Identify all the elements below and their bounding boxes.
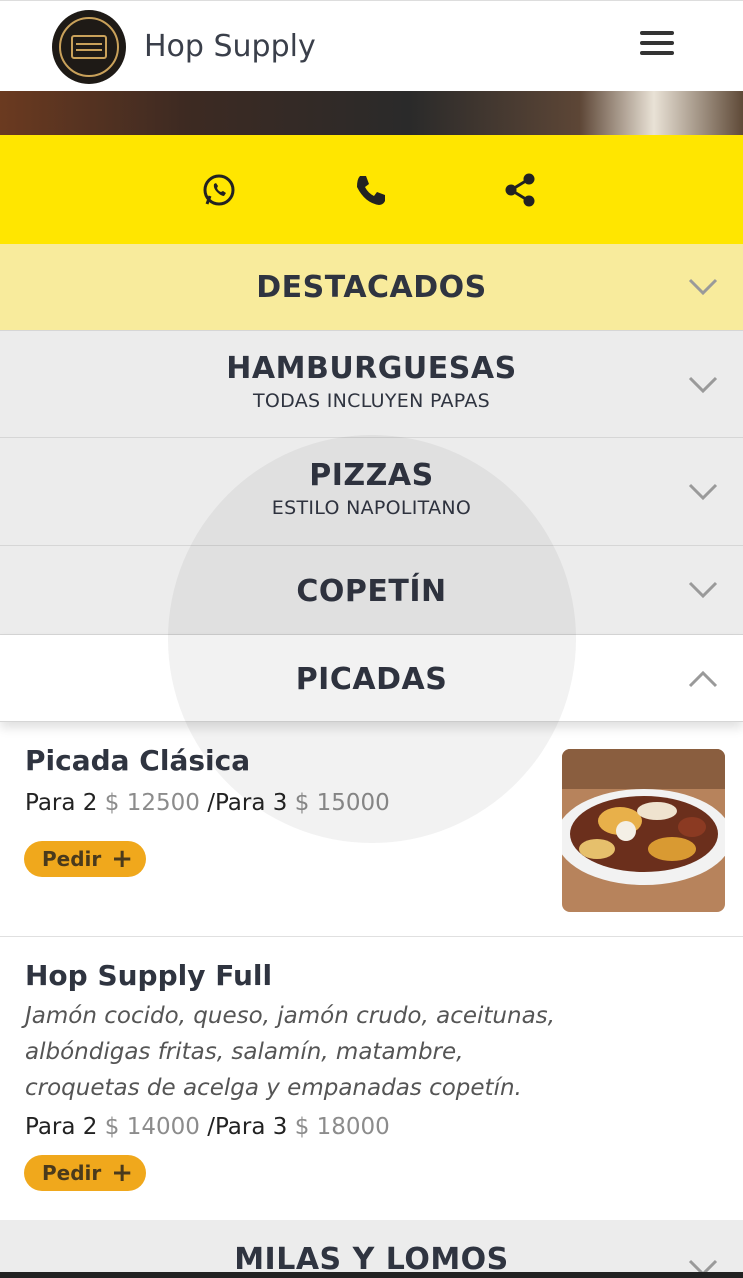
chevron-down-icon xyxy=(688,483,718,501)
order-button[interactable]: Pedir + xyxy=(24,841,146,877)
category-milas-y-lomos[interactable]: MILAS Y LOMOS xyxy=(0,1220,743,1278)
size-label: Para 3 xyxy=(214,1114,288,1140)
plus-icon: + xyxy=(111,844,134,874)
phone-icon[interactable] xyxy=(352,172,388,208)
category-destacados[interactable]: DESTACADOS xyxy=(0,244,743,331)
logo-mark-icon xyxy=(71,35,107,59)
item-prices: Para 2 $ 12500 /Para 3 $ 15000 xyxy=(25,790,390,816)
chevron-down-icon xyxy=(688,581,718,599)
size-price: $ 12500 xyxy=(104,790,200,816)
category-subtitle: ESTILO NAPOLITANO xyxy=(271,497,472,519)
food-platter-image xyxy=(562,749,725,912)
size-price: $ 14000 xyxy=(104,1114,200,1140)
system-bottom-bar xyxy=(0,1272,743,1278)
item-photo[interactable] xyxy=(562,749,725,912)
category-title: PIZZAS xyxy=(309,458,434,493)
item-prices: Para 2 $ 14000 /Para 3 $ 18000 xyxy=(25,1114,390,1140)
order-button-label: Pedir xyxy=(42,847,102,871)
category-title: DESTACADOS xyxy=(256,270,487,305)
share-icon[interactable] xyxy=(502,172,538,208)
category-title: HAMBURGUESAS xyxy=(226,351,517,386)
plus-icon: + xyxy=(111,1158,134,1188)
size-label: Para 2 xyxy=(25,790,98,816)
item-name: Hop Supply Full xyxy=(25,959,273,992)
category-picadas[interactable]: PICADAS xyxy=(0,635,743,722)
hamburger-menu-icon[interactable] xyxy=(640,31,680,61)
category-copetin[interactable]: COPETÍN xyxy=(0,546,743,635)
brand-logo[interactable] xyxy=(52,10,126,84)
hero-banner-image xyxy=(0,91,743,135)
category-hamburguesas[interactable]: HAMBURGUESAS TODAS INCLUYEN PAPAS xyxy=(0,331,743,438)
item-name: Picada Clásica xyxy=(25,744,251,777)
chevron-up-icon xyxy=(688,670,718,688)
item-description: Jamón cocido, queso, jamón crudo, aceitu… xyxy=(25,1003,555,1101)
app-title: Hop Supply xyxy=(144,29,316,64)
order-button-label: Pedir xyxy=(42,1161,102,1185)
menu-item: Hop Supply Full Jamón cocido, queso, jam… xyxy=(0,937,743,1220)
size-price: $ 15000 xyxy=(294,790,390,816)
order-button[interactable]: Pedir + xyxy=(24,1155,146,1191)
chevron-down-icon xyxy=(688,278,718,296)
price-separator: / xyxy=(207,790,215,816)
category-title: COPETÍN xyxy=(296,574,447,609)
logo-emblem xyxy=(59,17,119,77)
chevron-down-icon xyxy=(688,376,718,394)
price-separator: / xyxy=(207,1114,215,1140)
app-header: Hop Supply xyxy=(0,0,743,91)
size-price: $ 18000 xyxy=(294,1114,390,1140)
category-pizzas[interactable]: PIZZAS ESTILO NAPOLITANO xyxy=(0,438,743,546)
whatsapp-icon[interactable] xyxy=(201,172,237,208)
category-subtitle: TODAS INCLUYEN PAPAS xyxy=(253,390,490,412)
menu-item: Picada Clásica Para 2 $ 12500 /Para 3 $ … xyxy=(0,722,743,936)
size-label: Para 3 xyxy=(214,790,288,816)
category-title: PICADAS xyxy=(295,662,448,697)
size-label: Para 2 xyxy=(25,1114,98,1140)
